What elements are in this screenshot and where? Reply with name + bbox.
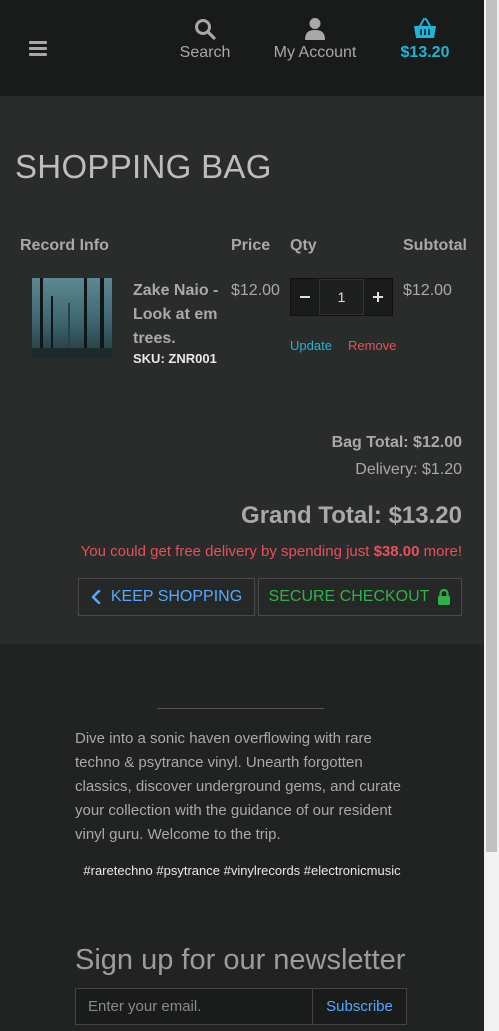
- keep-shopping-label: KEEP SHOPPING: [110, 588, 243, 605]
- chevron-left-icon: [91, 590, 101, 604]
- quantity-stepper: [290, 278, 393, 316]
- cart-total: $13.20: [400, 44, 450, 61]
- item-subtotal: $12.00: [403, 282, 452, 299]
- hashtags: #raretechno #psytrance #vinylrecords #el…: [83, 863, 401, 878]
- cart-link[interactable]: $13.20: [394, 16, 456, 62]
- scrollbar-thumb[interactable]: [486, 0, 497, 852]
- search-icon: [175, 16, 235, 42]
- newsletter-form: Subscribe: [75, 988, 407, 1025]
- basket-icon: [394, 16, 456, 42]
- bag-total: Bag Total: $12.00: [331, 434, 462, 451]
- user-icon: [266, 16, 364, 42]
- column-header-record-info: Record Info: [20, 237, 109, 254]
- email-input[interactable]: [76, 989, 312, 1024]
- quantity-input[interactable]: [319, 279, 364, 315]
- tree-graphic: [100, 278, 104, 358]
- tree-graphic: [40, 278, 43, 358]
- remove-link[interactable]: Remove: [348, 338, 396, 353]
- scrollbar[interactable]: [484, 0, 499, 1031]
- lock-icon: [438, 589, 451, 605]
- column-header-price: Price: [231, 237, 271, 254]
- account-label: My Account: [273, 44, 357, 61]
- page-title: SHOPPING BAG: [15, 148, 272, 185]
- search-label: Search: [179, 44, 231, 61]
- about-text: Dive into a sonic haven overflowing with…: [75, 730, 402, 843]
- free-delivery-notice: You could get free delivery by spending …: [81, 543, 462, 560]
- column-header-qty: Qty: [290, 237, 317, 254]
- tree-graphic: [84, 278, 87, 358]
- account-link[interactable]: My Account: [266, 16, 364, 62]
- search-link[interactable]: Search: [175, 16, 235, 62]
- secure-checkout-label: SECURE CHECKOUT: [268, 588, 430, 605]
- site-header: Search My Account $13.20: [0, 0, 484, 96]
- newsletter-title: Sign up for our newsletter: [75, 944, 406, 976]
- delivery-cost: Delivery: $1.20: [355, 461, 462, 478]
- free-delivery-prefix: You could get free delivery by spending …: [80, 543, 374, 560]
- free-delivery-suffix: more!: [419, 543, 462, 560]
- column-header-subtotal: Subtotal: [403, 237, 467, 254]
- minus-icon: [300, 296, 310, 298]
- plus-icon: [373, 292, 383, 302]
- item-name[interactable]: Zake Naio - Look at em trees.: [133, 279, 221, 351]
- free-delivery-amount: $38.00: [373, 543, 420, 560]
- decrement-button[interactable]: [291, 279, 319, 315]
- item-sku: SKU: ZNR001: [133, 351, 217, 366]
- secure-checkout-button[interactable]: SECURE CHECKOUT: [258, 578, 462, 616]
- update-link[interactable]: Update: [290, 338, 332, 353]
- ground-graphic: [32, 348, 112, 358]
- shopping-bag-section: SHOPPING BAG Record Info Price Qty Subto…: [0, 96, 484, 644]
- footer-divider: [157, 708, 324, 709]
- keep-shopping-button[interactable]: KEEP SHOPPING: [78, 578, 255, 616]
- menu-icon[interactable]: [29, 41, 47, 56]
- record-cover-image[interactable]: [32, 278, 112, 358]
- item-price: $12.00: [231, 282, 280, 299]
- grand-total: Grand Total: $13.20: [241, 502, 462, 529]
- subscribe-button[interactable]: Subscribe: [312, 989, 406, 1024]
- increment-button[interactable]: [364, 279, 392, 315]
